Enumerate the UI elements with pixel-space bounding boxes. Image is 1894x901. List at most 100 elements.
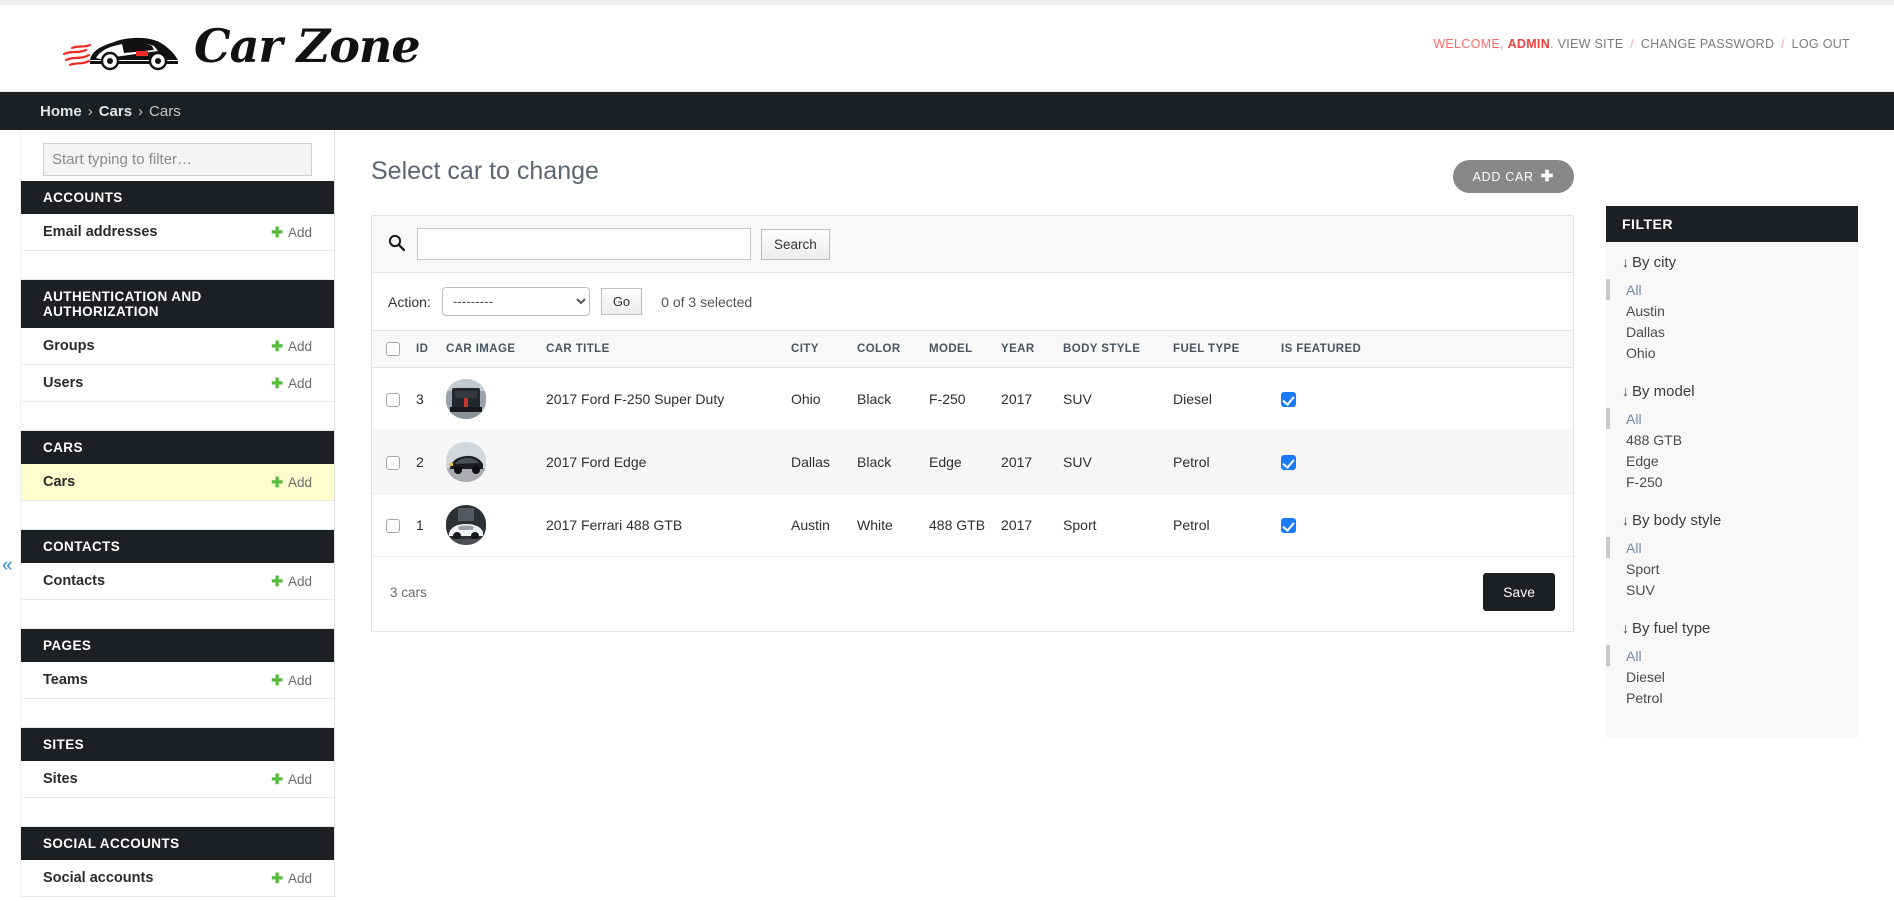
- row-select-checkbox[interactable]: [386, 393, 400, 407]
- filter-choice-link[interactable]: Austin: [1626, 303, 1665, 319]
- sidebar-item-label[interactable]: Teams: [43, 672, 88, 688]
- car-title-link[interactable]: 2017 Ferrari 488 GTB: [546, 517, 682, 533]
- filter-choice-link[interactable]: Diesel: [1626, 669, 1665, 685]
- car-title-link[interactable]: 2017 Ford Edge: [546, 454, 646, 470]
- sidebar-item-teams[interactable]: Teams ✚ Add: [21, 662, 334, 699]
- filter-choice-link[interactable]: Edge: [1626, 453, 1659, 469]
- filter-group-title[interactable]: ↓By model: [1606, 383, 1858, 400]
- sidebar-add-link[interactable]: ✚ Add: [271, 771, 312, 788]
- select-all-checkbox[interactable]: [386, 342, 400, 356]
- sidebar-app-caption[interactable]: CARS: [21, 431, 334, 464]
- sidebar-item-label[interactable]: Contacts: [43, 573, 105, 589]
- filter-choice-link[interactable]: F-250: [1626, 474, 1663, 490]
- column-header-car-title[interactable]: CAR TITLE: [538, 331, 783, 368]
- action-go-button[interactable]: Go: [601, 288, 642, 315]
- filter-group-title[interactable]: ↓By body style: [1606, 512, 1858, 529]
- car-title-link[interactable]: 2017 Ford F-250 Super Duty: [546, 391, 724, 407]
- sidebar-item-label[interactable]: Social accounts: [43, 870, 153, 886]
- log-out-link[interactable]: LOG OUT: [1792, 37, 1850, 51]
- column-header-is-featured[interactable]: IS FEATURED: [1273, 331, 1573, 368]
- filter-group-title[interactable]: ↓By city: [1606, 254, 1858, 271]
- filter-choice-link[interactable]: All: [1626, 648, 1642, 664]
- column-header-id[interactable]: ID: [408, 331, 438, 368]
- sidebar-item-label[interactable]: Groups: [43, 338, 95, 354]
- filter-choice-link[interactable]: SUV: [1626, 582, 1655, 598]
- table-row[interactable]: 32017 Ford F-250 Super DutyOhioBlackF-25…: [372, 368, 1573, 431]
- sidebar-app-caption[interactable]: SOCIAL ACCOUNTS: [21, 827, 334, 860]
- column-header-car-image[interactable]: CAR IMAGE: [438, 331, 538, 368]
- table-row[interactable]: 12017 Ferrari 488 GTBAustinWhite488 GTB2…: [372, 494, 1573, 557]
- filter-choice-link[interactable]: Ohio: [1626, 345, 1656, 361]
- breadcrumb-app[interactable]: Cars: [99, 103, 132, 120]
- add-car-button[interactable]: ADD CAR ✚: [1453, 160, 1574, 193]
- sidebar-item-cars[interactable]: Cars ✚ Add: [21, 464, 334, 501]
- cell-car-title[interactable]: 2017 Ford F-250 Super Duty: [538, 368, 783, 431]
- sidebar-collapse-toggle[interactable]: «: [0, 130, 20, 901]
- filter-choice-link[interactable]: All: [1626, 282, 1642, 298]
- filter-choice-link[interactable]: All: [1626, 540, 1642, 556]
- filter-choice-link[interactable]: Sport: [1626, 561, 1659, 577]
- save-button[interactable]: Save: [1483, 573, 1555, 611]
- sidebar-item-groups[interactable]: Groups ✚ Add: [21, 328, 334, 365]
- sidebar-item-label[interactable]: Cars: [43, 474, 75, 490]
- sidebar-item-contacts[interactable]: Contacts ✚ Add: [21, 563, 334, 600]
- row-select-checkbox[interactable]: [386, 456, 400, 470]
- filter-choice[interactable]: All: [1606, 279, 1858, 300]
- sidebar-item-label[interactable]: Email addresses: [43, 224, 157, 240]
- cell-car-title[interactable]: 2017 Ferrari 488 GTB: [538, 494, 783, 557]
- search-submit-button[interactable]: Search: [761, 229, 830, 260]
- filter-choice[interactable]: SUV: [1606, 579, 1858, 600]
- filter-group-title[interactable]: ↓By fuel type: [1606, 620, 1858, 637]
- sidebar-add-link[interactable]: ✚ Add: [271, 870, 312, 887]
- column-header-city[interactable]: CITY: [783, 331, 849, 368]
- filter-choice[interactable]: All: [1606, 645, 1858, 666]
- sidebar-app-caption[interactable]: SITES: [21, 728, 334, 761]
- row-select-checkbox[interactable]: [386, 519, 400, 533]
- filter-choice[interactable]: Sport: [1606, 558, 1858, 579]
- sidebar-item-social-accounts[interactable]: Social accounts ✚ Add: [21, 860, 334, 897]
- filter-choice[interactable]: Petrol: [1606, 687, 1858, 708]
- filter-choice[interactable]: 488 GTB: [1606, 429, 1858, 450]
- sidebar-add-link[interactable]: ✚ Add: [271, 375, 312, 392]
- sidebar-add-link[interactable]: ✚ Add: [271, 474, 312, 491]
- filter-choice-link[interactable]: Dallas: [1626, 324, 1665, 340]
- sidebar-app-caption[interactable]: PAGES: [21, 629, 334, 662]
- sidebar-item-label[interactable]: Sites: [43, 771, 78, 787]
- sidebar-item-email-addresses[interactable]: Email addresses ✚ Add: [21, 214, 334, 251]
- change-password-link[interactable]: CHANGE PASSWORD: [1641, 37, 1774, 51]
- is-featured-checkbox[interactable]: [1281, 518, 1296, 533]
- filter-choice[interactable]: Austin: [1606, 300, 1858, 321]
- sidebar-add-link[interactable]: ✚ Add: [271, 573, 312, 590]
- filter-choice[interactable]: Dallas: [1606, 321, 1858, 342]
- sidebar-item-users[interactable]: Users ✚ Add: [21, 365, 334, 402]
- sidebar-app-caption[interactable]: ACCOUNTS: [21, 181, 334, 214]
- view-site-link[interactable]: VIEW SITE: [1558, 37, 1624, 51]
- column-header-color[interactable]: COLOR: [849, 331, 921, 368]
- column-header-year[interactable]: YEAR: [993, 331, 1055, 368]
- filter-choice[interactable]: F-250: [1606, 471, 1858, 492]
- search-input[interactable]: [417, 228, 751, 260]
- sidebar-add-link[interactable]: ✚ Add: [271, 224, 312, 241]
- sidebar-add-link[interactable]: ✚ Add: [271, 338, 312, 355]
- filter-choice[interactable]: Ohio: [1606, 342, 1858, 363]
- site-logo-link[interactable]: Car Zone: [62, 11, 420, 81]
- is-featured-checkbox[interactable]: [1281, 455, 1296, 470]
- sidebar-item-label[interactable]: Users: [43, 375, 83, 391]
- sidebar-filter-input[interactable]: [43, 143, 312, 176]
- sidebar-item-sites[interactable]: Sites ✚ Add: [21, 761, 334, 798]
- filter-choice[interactable]: Edge: [1606, 450, 1858, 471]
- cell-car-title[interactable]: 2017 Ford Edge: [538, 431, 783, 494]
- filter-choice-link[interactable]: Petrol: [1626, 690, 1663, 706]
- filter-choice-link[interactable]: 488 GTB: [1626, 432, 1682, 448]
- column-header-body-style[interactable]: BODY STYLE: [1055, 331, 1165, 368]
- action-select[interactable]: ---------Delete selected cars: [442, 287, 590, 316]
- filter-choice[interactable]: Diesel: [1606, 666, 1858, 687]
- breadcrumb-home[interactable]: Home: [40, 103, 82, 120]
- column-header-fuel-type[interactable]: FUEL TYPE: [1165, 331, 1273, 368]
- sidebar-add-link[interactable]: ✚ Add: [271, 672, 312, 689]
- table-row[interactable]: 22017 Ford EdgeDallasBlackEdge2017SUVPet…: [372, 431, 1573, 494]
- is-featured-checkbox[interactable]: [1281, 392, 1296, 407]
- sidebar-app-caption[interactable]: AUTHENTICATION AND AUTHORIZATION: [21, 280, 334, 328]
- filter-choice-link[interactable]: All: [1626, 411, 1642, 427]
- filter-choice[interactable]: All: [1606, 408, 1858, 429]
